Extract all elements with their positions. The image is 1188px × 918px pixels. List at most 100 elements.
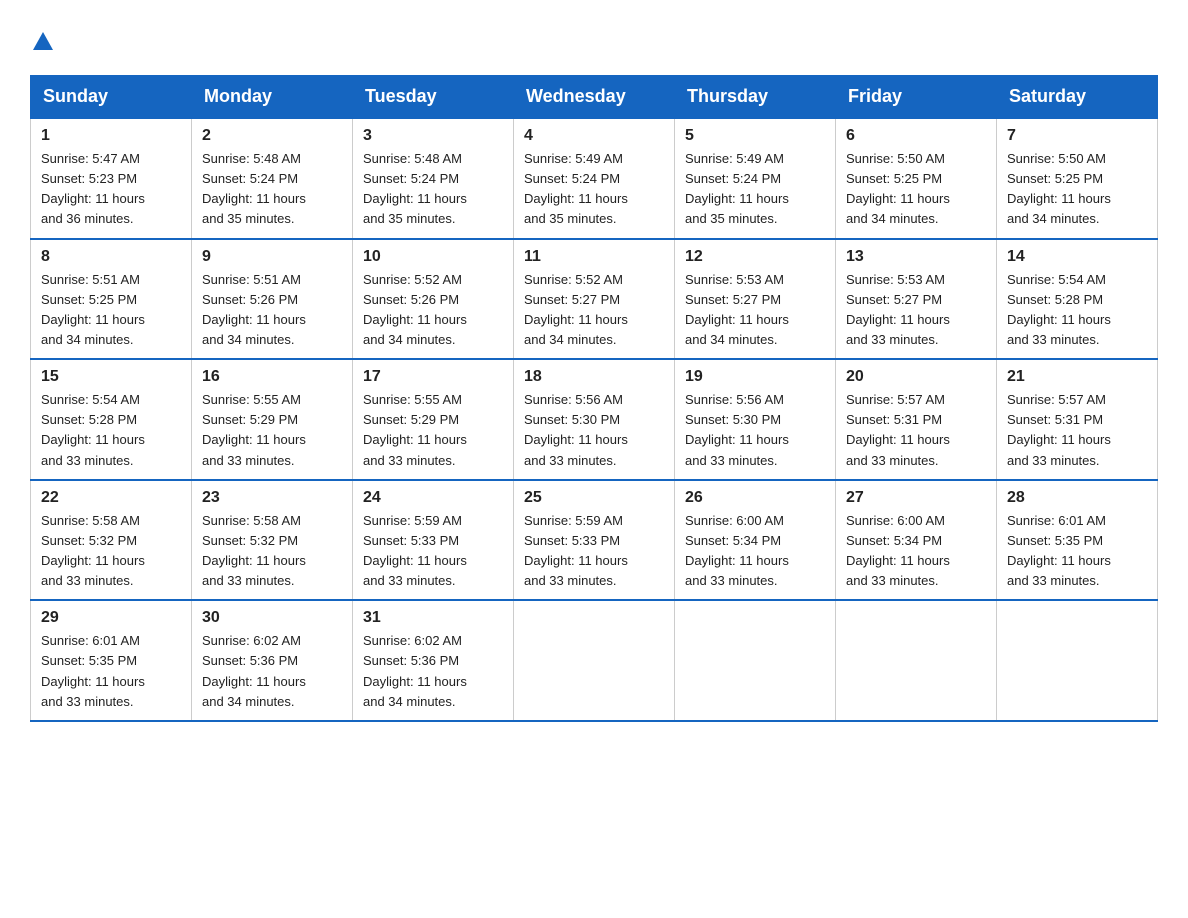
day-number: 9 [202, 248, 342, 266]
day-number: 6 [846, 127, 986, 145]
calendar-header-thursday: Thursday [675, 76, 836, 119]
day-number: 5 [685, 127, 825, 145]
day-number: 21 [1007, 368, 1147, 386]
day-number: 12 [685, 248, 825, 266]
day-info: Sunrise: 5:54 AMSunset: 5:28 PMDaylight:… [41, 392, 145, 467]
day-info: Sunrise: 6:02 AMSunset: 5:36 PMDaylight:… [363, 633, 467, 708]
day-info: Sunrise: 5:58 AMSunset: 5:32 PMDaylight:… [41, 513, 145, 588]
calendar-body: 1 Sunrise: 5:47 AMSunset: 5:23 PMDayligh… [31, 118, 1158, 721]
day-number: 22 [41, 489, 181, 507]
day-info: Sunrise: 5:53 AMSunset: 5:27 PMDaylight:… [685, 272, 789, 347]
day-number: 16 [202, 368, 342, 386]
day-info: Sunrise: 5:50 AMSunset: 5:25 PMDaylight:… [846, 151, 950, 226]
calendar-cell: 10 Sunrise: 5:52 AMSunset: 5:26 PMDaylig… [353, 239, 514, 360]
calendar-week-1: 1 Sunrise: 5:47 AMSunset: 5:23 PMDayligh… [31, 118, 1158, 239]
day-number: 26 [685, 489, 825, 507]
day-number: 17 [363, 368, 503, 386]
day-info: Sunrise: 5:59 AMSunset: 5:33 PMDaylight:… [524, 513, 628, 588]
calendar-cell: 22 Sunrise: 5:58 AMSunset: 5:32 PMDaylig… [31, 480, 192, 601]
day-info: Sunrise: 5:49 AMSunset: 5:24 PMDaylight:… [524, 151, 628, 226]
day-info: Sunrise: 5:53 AMSunset: 5:27 PMDaylight:… [846, 272, 950, 347]
calendar-cell [997, 600, 1158, 721]
day-info: Sunrise: 5:52 AMSunset: 5:26 PMDaylight:… [363, 272, 467, 347]
calendar-cell: 17 Sunrise: 5:55 AMSunset: 5:29 PMDaylig… [353, 359, 514, 480]
day-info: Sunrise: 5:59 AMSunset: 5:33 PMDaylight:… [363, 513, 467, 588]
day-number: 11 [524, 248, 664, 266]
day-number: 31 [363, 609, 503, 627]
calendar-cell: 21 Sunrise: 5:57 AMSunset: 5:31 PMDaylig… [997, 359, 1158, 480]
calendar-cell: 12 Sunrise: 5:53 AMSunset: 5:27 PMDaylig… [675, 239, 836, 360]
calendar-cell: 9 Sunrise: 5:51 AMSunset: 5:26 PMDayligh… [192, 239, 353, 360]
day-number: 4 [524, 127, 664, 145]
day-info: Sunrise: 5:57 AMSunset: 5:31 PMDaylight:… [1007, 392, 1111, 467]
calendar-cell: 24 Sunrise: 5:59 AMSunset: 5:33 PMDaylig… [353, 480, 514, 601]
day-info: Sunrise: 6:00 AMSunset: 5:34 PMDaylight:… [685, 513, 789, 588]
calendar-week-5: 29 Sunrise: 6:01 AMSunset: 5:35 PMDaylig… [31, 600, 1158, 721]
day-number: 24 [363, 489, 503, 507]
calendar-cell: 11 Sunrise: 5:52 AMSunset: 5:27 PMDaylig… [514, 239, 675, 360]
calendar-cell [675, 600, 836, 721]
calendar-header-saturday: Saturday [997, 76, 1158, 119]
logo-triangle-icon [33, 32, 53, 55]
calendar-cell: 4 Sunrise: 5:49 AMSunset: 5:24 PMDayligh… [514, 118, 675, 239]
calendar-cell: 8 Sunrise: 5:51 AMSunset: 5:25 PMDayligh… [31, 239, 192, 360]
day-number: 13 [846, 248, 986, 266]
day-number: 20 [846, 368, 986, 386]
day-number: 30 [202, 609, 342, 627]
calendar-week-3: 15 Sunrise: 5:54 AMSunset: 5:28 PMDaylig… [31, 359, 1158, 480]
day-number: 15 [41, 368, 181, 386]
day-info: Sunrise: 5:58 AMSunset: 5:32 PMDaylight:… [202, 513, 306, 588]
calendar-cell: 1 Sunrise: 5:47 AMSunset: 5:23 PMDayligh… [31, 118, 192, 239]
calendar-cell [514, 600, 675, 721]
day-number: 7 [1007, 127, 1147, 145]
day-info: Sunrise: 6:01 AMSunset: 5:35 PMDaylight:… [1007, 513, 1111, 588]
day-number: 1 [41, 127, 181, 145]
day-info: Sunrise: 5:51 AMSunset: 5:26 PMDaylight:… [202, 272, 306, 347]
calendar-header-row: SundayMondayTuesdayWednesdayThursdayFrid… [31, 76, 1158, 119]
day-info: Sunrise: 5:57 AMSunset: 5:31 PMDaylight:… [846, 392, 950, 467]
calendar-cell: 2 Sunrise: 5:48 AMSunset: 5:24 PMDayligh… [192, 118, 353, 239]
day-info: Sunrise: 5:51 AMSunset: 5:25 PMDaylight:… [41, 272, 145, 347]
day-info: Sunrise: 5:47 AMSunset: 5:23 PMDaylight:… [41, 151, 145, 226]
day-number: 29 [41, 609, 181, 627]
calendar-cell: 5 Sunrise: 5:49 AMSunset: 5:24 PMDayligh… [675, 118, 836, 239]
calendar-cell: 23 Sunrise: 5:58 AMSunset: 5:32 PMDaylig… [192, 480, 353, 601]
day-number: 18 [524, 368, 664, 386]
day-info: Sunrise: 5:48 AMSunset: 5:24 PMDaylight:… [363, 151, 467, 226]
calendar-cell: 16 Sunrise: 5:55 AMSunset: 5:29 PMDaylig… [192, 359, 353, 480]
day-number: 14 [1007, 248, 1147, 266]
calendar-cell: 28 Sunrise: 6:01 AMSunset: 5:35 PMDaylig… [997, 480, 1158, 601]
day-info: Sunrise: 5:50 AMSunset: 5:25 PMDaylight:… [1007, 151, 1111, 226]
day-number: 23 [202, 489, 342, 507]
calendar-header-monday: Monday [192, 76, 353, 119]
day-number: 25 [524, 489, 664, 507]
calendar-header-friday: Friday [836, 76, 997, 119]
day-number: 28 [1007, 489, 1147, 507]
day-number: 3 [363, 127, 503, 145]
calendar-cell: 27 Sunrise: 6:00 AMSunset: 5:34 PMDaylig… [836, 480, 997, 601]
day-info: Sunrise: 5:56 AMSunset: 5:30 PMDaylight:… [524, 392, 628, 467]
calendar-cell: 30 Sunrise: 6:02 AMSunset: 5:36 PMDaylig… [192, 600, 353, 721]
calendar-week-2: 8 Sunrise: 5:51 AMSunset: 5:25 PMDayligh… [31, 239, 1158, 360]
day-info: Sunrise: 6:01 AMSunset: 5:35 PMDaylight:… [41, 633, 145, 708]
day-info: Sunrise: 5:55 AMSunset: 5:29 PMDaylight:… [363, 392, 467, 467]
calendar-cell: 15 Sunrise: 5:54 AMSunset: 5:28 PMDaylig… [31, 359, 192, 480]
calendar-cell [836, 600, 997, 721]
calendar-cell: 31 Sunrise: 6:02 AMSunset: 5:36 PMDaylig… [353, 600, 514, 721]
day-info: Sunrise: 5:48 AMSunset: 5:24 PMDaylight:… [202, 151, 306, 226]
day-info: Sunrise: 5:55 AMSunset: 5:29 PMDaylight:… [202, 392, 306, 467]
calendar-cell: 20 Sunrise: 5:57 AMSunset: 5:31 PMDaylig… [836, 359, 997, 480]
day-info: Sunrise: 5:49 AMSunset: 5:24 PMDaylight:… [685, 151, 789, 226]
calendar-cell: 19 Sunrise: 5:56 AMSunset: 5:30 PMDaylig… [675, 359, 836, 480]
calendar-cell: 7 Sunrise: 5:50 AMSunset: 5:25 PMDayligh… [997, 118, 1158, 239]
day-number: 2 [202, 127, 342, 145]
calendar-cell: 26 Sunrise: 6:00 AMSunset: 5:34 PMDaylig… [675, 480, 836, 601]
day-number: 19 [685, 368, 825, 386]
calendar-header-tuesday: Tuesday [353, 76, 514, 119]
day-info: Sunrise: 6:00 AMSunset: 5:34 PMDaylight:… [846, 513, 950, 588]
day-number: 8 [41, 248, 181, 266]
calendar-header-wednesday: Wednesday [514, 76, 675, 119]
day-number: 27 [846, 489, 986, 507]
page-header [30, 30, 1158, 55]
calendar-cell: 29 Sunrise: 6:01 AMSunset: 5:35 PMDaylig… [31, 600, 192, 721]
